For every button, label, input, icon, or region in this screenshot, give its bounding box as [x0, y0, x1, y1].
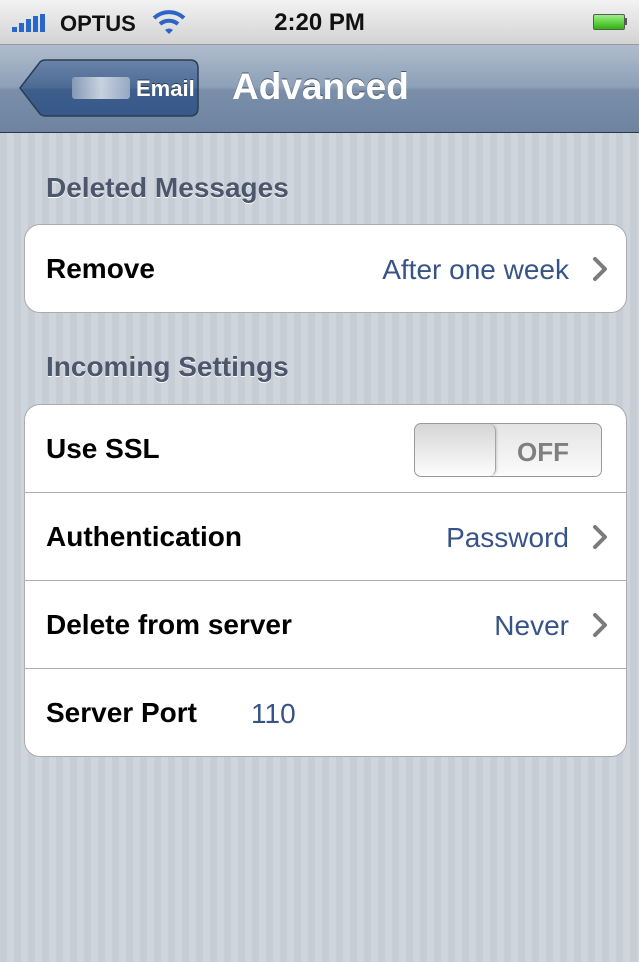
back-button[interactable]: Email: [18, 59, 199, 117]
delete-from-server-row[interactable]: Delete from server Never: [25, 581, 626, 669]
server-port-label: Server Port: [46, 697, 197, 728]
authentication-label: Authentication: [46, 521, 242, 552]
server-port-value[interactable]: 110: [251, 698, 296, 730]
status-time: 2:20 PM: [274, 9, 365, 36]
chevron-right-icon: [593, 257, 607, 281]
delete-from-server-value: Never: [494, 610, 569, 641]
use-ssl-row: Use SSL OFF: [25, 405, 626, 493]
delete-from-server-label: Delete from server: [46, 609, 292, 640]
toggle-knob[interactable]: [415, 424, 496, 476]
remove-row[interactable]: Remove After one week: [25, 225, 626, 312]
remove-label: Remove: [46, 253, 155, 284]
back-button-label: Email: [136, 76, 195, 101]
incoming-settings-group: Use SSL OFF Authentication Password Dele…: [24, 404, 627, 757]
authentication-value: Password: [446, 522, 569, 553]
server-port-row[interactable]: Server Port 110: [25, 669, 626, 756]
navigation-bar: Email Advanced: [0, 45, 639, 133]
deleted-messages-group: Remove After one week: [24, 224, 627, 313]
authentication-row[interactable]: Authentication Password: [25, 493, 626, 581]
blurred-account-name: [72, 77, 130, 99]
page-title: Advanced: [232, 66, 409, 107]
section-header-incoming-settings: Incoming Settings: [46, 351, 289, 382]
settings-content: Deleted Messages Remove After one week I…: [0, 133, 639, 962]
battery-icon: [593, 14, 627, 30]
use-ssl-toggle[interactable]: OFF: [414, 423, 602, 477]
toggle-state-text: OFF: [517, 437, 569, 467]
use-ssl-label: Use SSL: [46, 433, 160, 464]
status-bar: OPTUS 2:20 PM: [0, 0, 639, 45]
section-header-deleted-messages: Deleted Messages: [46, 172, 289, 203]
chevron-right-icon: [593, 613, 607, 637]
remove-value: After one week: [382, 254, 569, 285]
chevron-right-icon: [593, 525, 607, 549]
